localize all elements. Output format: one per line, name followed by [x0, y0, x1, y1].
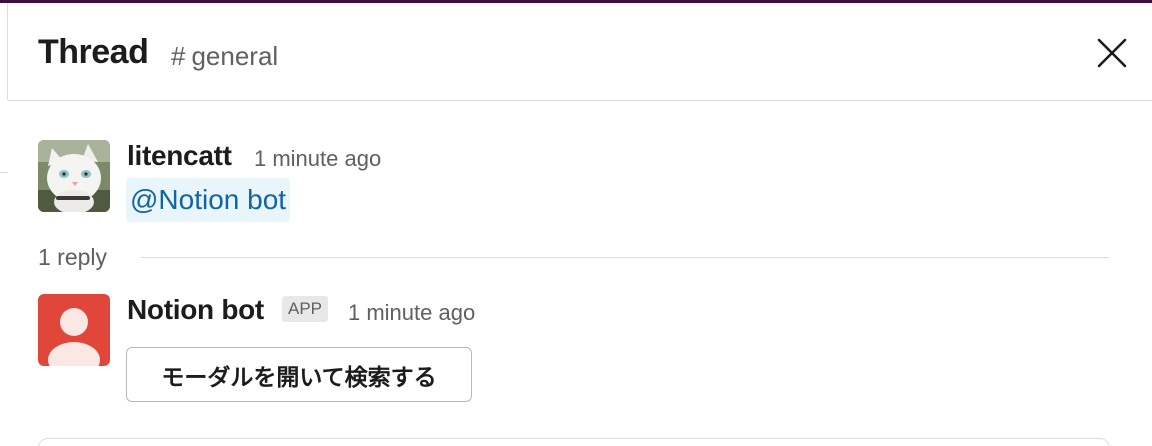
channel-link[interactable]: # general [171, 41, 278, 72]
user-avatar-icon [48, 308, 100, 366]
reply-timestamp[interactable]: 1 minute ago [348, 300, 475, 326]
message-timestamp[interactable]: 1 minute ago [254, 146, 381, 172]
app-badge: APP [282, 296, 329, 322]
left-divider-tick [0, 172, 8, 173]
open-search-modal-button[interactable]: モーダルを開いて検索する [126, 347, 472, 402]
reply-composer[interactable] [38, 438, 1110, 446]
close-button[interactable] [1090, 31, 1134, 75]
left-divider [0, 3, 8, 100]
page-title: Thread [38, 33, 149, 71]
reply-author[interactable]: Notion bot [127, 294, 264, 326]
user-mention[interactable]: @Notion bot [126, 178, 291, 222]
message-author[interactable]: litencatt [127, 140, 232, 172]
reply-count: 1 reply [38, 244, 108, 270]
bot-avatar[interactable] [38, 294, 110, 366]
thread-header: Thread # general [8, 3, 1152, 101]
reply-divider [141, 257, 1109, 258]
channel-name: general [191, 41, 279, 71]
cat-avatar[interactable] [38, 140, 110, 212]
hash-icon: # [171, 41, 186, 71]
close-icon [1097, 38, 1127, 68]
